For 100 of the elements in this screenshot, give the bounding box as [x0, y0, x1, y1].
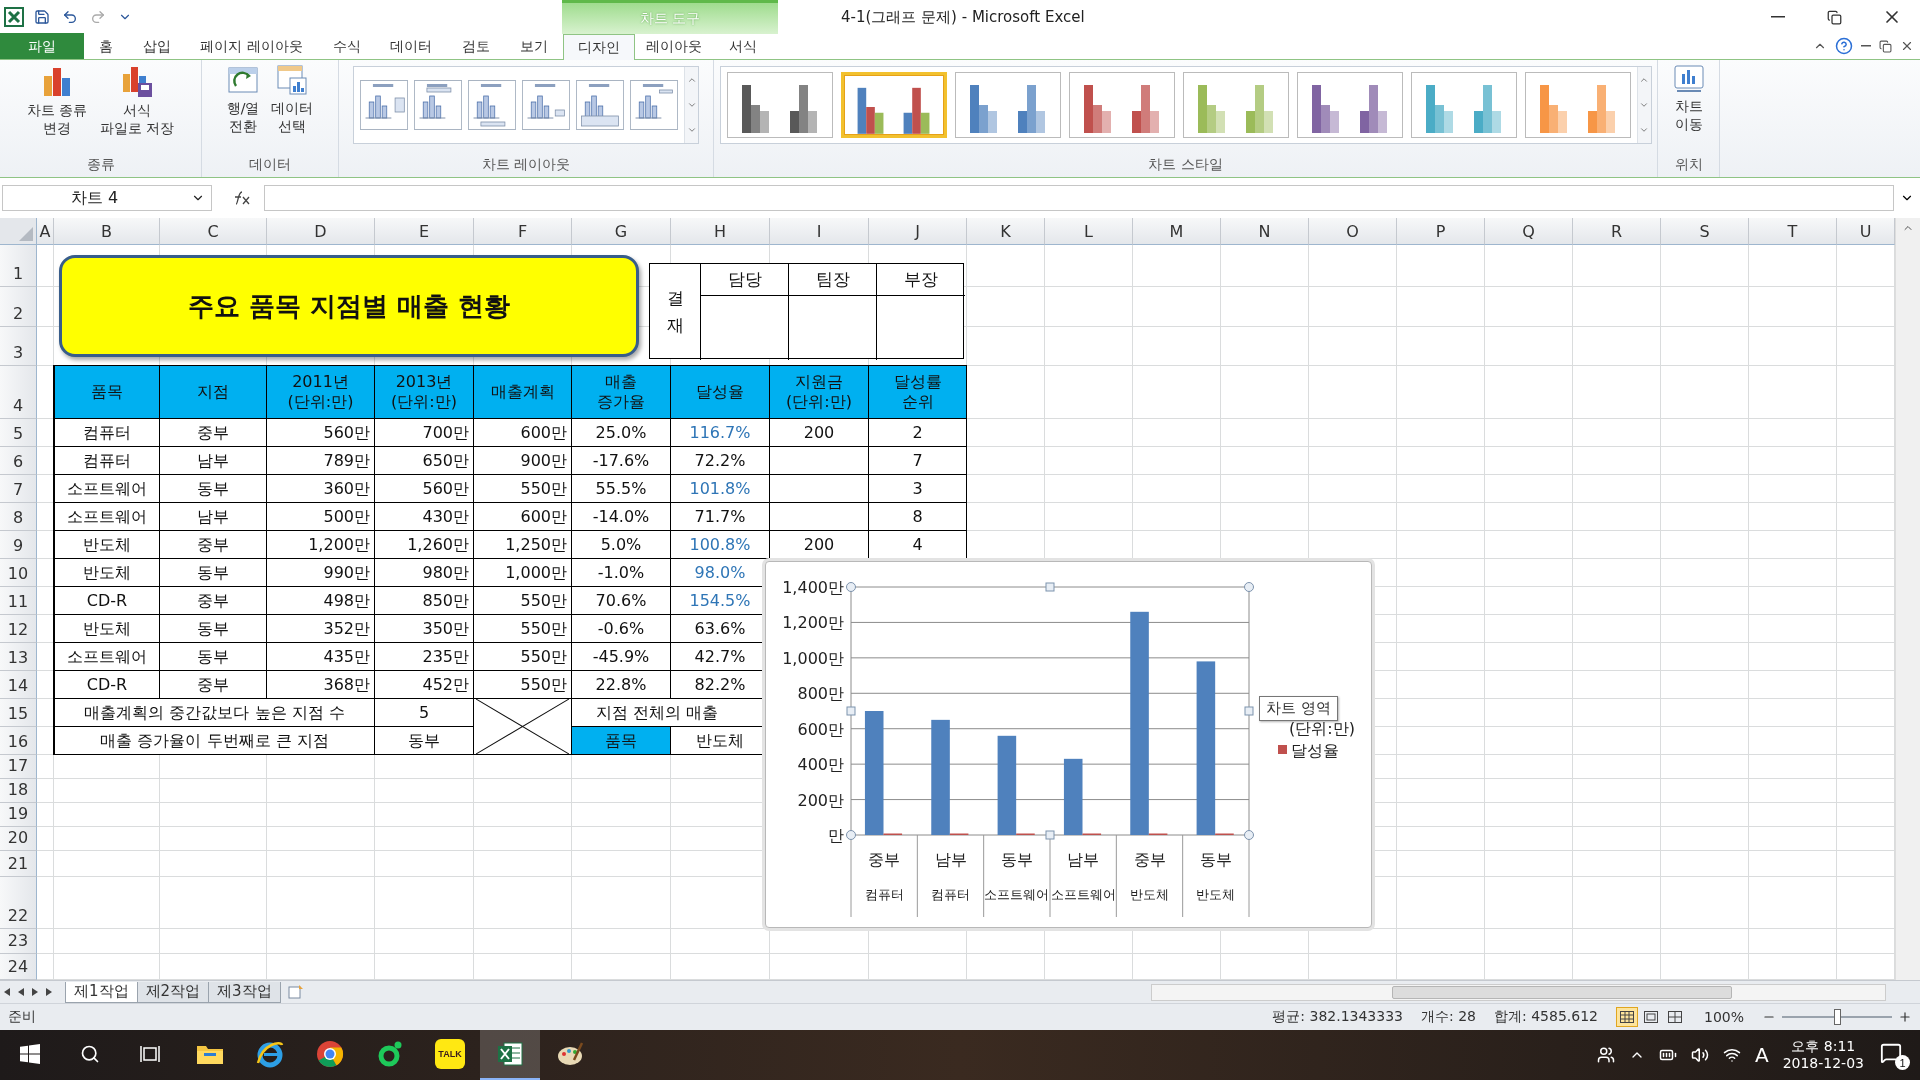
input-method[interactable]: A [1754, 1043, 1769, 1067]
row-header[interactable]: 13 [0, 643, 37, 671]
column-header[interactable]: T [1749, 218, 1837, 245]
row-header[interactable]: 4 [0, 366, 37, 419]
chart-layout-icon[interactable] [522, 80, 570, 130]
ribbon-button[interactable]: 행/열 전환 [222, 64, 264, 135]
chart-style-thumbnail[interactable] [1524, 72, 1631, 138]
row-header[interactable]: 9 [0, 531, 37, 559]
chart-layout-icon[interactable] [576, 80, 624, 130]
row-header[interactable]: 2 [0, 287, 37, 327]
horizontal-scrollbar[interactable] [1151, 983, 1886, 1001]
sheet-tab[interactable]: 제3작업 [208, 981, 281, 1003]
zoom-level[interactable]: 100% [1703, 1009, 1744, 1025]
save-button[interactable] [32, 7, 52, 27]
view-button[interactable] [1615, 1007, 1638, 1027]
ribbon-tab[interactable]: 삽입 [131, 33, 182, 59]
name-box[interactable]: 차트 4 [2, 185, 212, 211]
ribbon-tab[interactable]: 페이지 레이아웃 [189, 33, 314, 59]
column-header[interactable]: R [1573, 218, 1661, 245]
resize-handle[interactable] [846, 582, 856, 592]
row-header[interactable]: 19 [0, 803, 37, 827]
clock-time[interactable]: 오후 8:11 [1791, 1038, 1856, 1055]
row-header[interactable]: 5 [0, 419, 37, 447]
excel-logo-icon[interactable] [4, 7, 24, 27]
row-header[interactable]: 12 [0, 615, 37, 643]
column-header[interactable]: J [869, 218, 967, 245]
ribbon-tab[interactable]: 디자인 [563, 34, 635, 60]
ribbon-tab[interactable]: 데이터 [379, 33, 444, 59]
ribbon-tab[interactable]: 홈 [87, 33, 124, 59]
column-header[interactable]: A [37, 218, 54, 245]
column-header[interactable]: C [160, 218, 267, 245]
resize-handle[interactable] [1045, 582, 1055, 592]
ribbon-button[interactable]: 서식 파일로 저장 [95, 64, 178, 137]
taskbar-app[interactable] [480, 1030, 540, 1080]
row-header[interactable]: 16 [0, 727, 37, 755]
clock-date[interactable]: 2018-12-03 [1782, 1055, 1864, 1072]
ribbon-tab[interactable]: 서식 [707, 33, 779, 59]
ribbon-tab[interactable]: 레이아웃 [635, 33, 707, 59]
slider-thumb[interactable] [1834, 1009, 1841, 1025]
row-header[interactable]: 15 [0, 699, 37, 727]
taskbar-app[interactable]: TALK [420, 1030, 480, 1080]
notification-button[interactable]: 1 [1878, 1040, 1910, 1070]
row-header[interactable]: 8 [0, 503, 37, 531]
row-header[interactable]: 6 [0, 447, 37, 475]
sheet-tab[interactable]: 제1작업 [65, 981, 138, 1003]
column-header[interactable]: Q [1485, 218, 1573, 245]
resize-handle[interactable] [846, 830, 856, 840]
ribbon-tab[interactable]: 검토 [451, 33, 502, 59]
chart-layout-icon[interactable] [468, 80, 516, 130]
ribbon-tab[interactable]: 보기 [509, 33, 560, 59]
minimize-button[interactable] [1861, 45, 1871, 47]
row-header[interactable]: 21 [0, 851, 37, 877]
chart-style-thumbnail[interactable] [954, 72, 1061, 138]
chart-style-thumbnail[interactable] [1068, 72, 1175, 138]
sheet-tab[interactable]: 제2작업 [136, 981, 210, 1003]
column-header[interactable]: I [770, 218, 869, 245]
chart-layout-icon[interactable] [360, 80, 408, 130]
help-button[interactable] [1835, 37, 1853, 55]
row-header[interactable]: 1 [0, 245, 37, 287]
ribbon-button[interactable]: 차트 종류 변경 [23, 64, 92, 137]
ribbon-tab[interactable]: 수식 [321, 33, 372, 59]
ribbon-button[interactable]: 데이터 선택 [267, 64, 318, 135]
column-header[interactable]: F [474, 218, 572, 245]
column-header[interactable]: L [1045, 218, 1133, 245]
row-header[interactable]: 23 [0, 929, 37, 954]
resize-handle[interactable] [1045, 830, 1055, 840]
chart-style-thumbnail[interactable] [726, 72, 833, 138]
resize-handle[interactable] [846, 706, 856, 716]
row-header[interactable]: 24 [0, 954, 37, 980]
vertical-scrollbar[interactable] [1895, 218, 1920, 980]
file-tab[interactable]: 파일 [0, 33, 84, 59]
chart-style-thumbnail[interactable] [840, 72, 947, 138]
row-header[interactable]: 18 [0, 779, 37, 803]
chart-area[interactable]: 차트 영역 1,400만 1,200만 1,000만 800만 600만 400만 200만 만 중부 남부 동부 남부 중부 동부 컴퓨터 컴퓨터 소프트웨어 소프트웨어 반도체 반도체 (단위:만) 달성율 [765, 561, 1372, 928]
column-header[interactable]: D [267, 218, 375, 245]
ribbon-button[interactable]: 차트 이동 [1668, 64, 1709, 133]
row-header[interactable]: 10 [0, 559, 37, 587]
column-header[interactable]: H [671, 218, 770, 245]
resize-handle[interactable] [1244, 830, 1254, 840]
close-button[interactable] [1900, 39, 1914, 53]
chart-layout-icon[interactable] [414, 80, 462, 130]
column-header[interactable]: B [54, 218, 160, 245]
zoom-in-icon[interactable] [1898, 1010, 1912, 1024]
wifi-icon[interactable] [1722, 1046, 1741, 1064]
row-header[interactable]: 20 [0, 827, 37, 851]
column-header[interactable]: K [967, 218, 1045, 245]
chart-style-thumbnail[interactable] [1182, 72, 1289, 138]
row-header[interactable]: 22 [0, 877, 37, 929]
volume-icon[interactable] [1690, 1046, 1709, 1064]
column-header[interactable]: N [1221, 218, 1309, 245]
row-header[interactable]: 14 [0, 671, 37, 699]
column-header[interactable]: E [375, 218, 474, 245]
row-header[interactable]: 3 [0, 327, 37, 366]
restore-button[interactable] [1879, 39, 1892, 53]
resize-handle[interactable] [1244, 582, 1254, 592]
column-header[interactable]: G [572, 218, 671, 245]
chart-layout-icon[interactable] [630, 80, 678, 130]
chart-style-thumbnail[interactable] [1410, 72, 1517, 138]
row-header[interactable]: 7 [0, 475, 37, 503]
row-header[interactable]: 17 [0, 755, 37, 779]
